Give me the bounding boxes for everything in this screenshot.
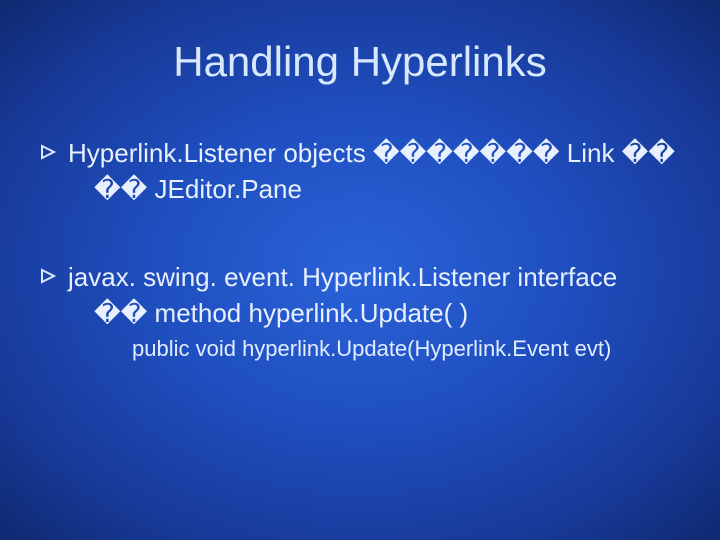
bullet-subpoint: public void hyperlink.Update(Hyperlink.E… <box>40 334 680 365</box>
bullet-arrow-icon <box>40 260 66 284</box>
bullet-text: Hyperlink.Listener objects ������� Link … <box>68 136 680 172</box>
bullet-row: Hyperlink.Listener objects ������� Link … <box>40 136 680 172</box>
bullet-arrow-icon <box>40 136 66 160</box>
bullet-continuation: �� JEditor.Pane <box>40 172 680 208</box>
slide-title: Handling Hyperlinks <box>40 38 680 86</box>
bullet-row: javax. swing. event. Hyperlink.Listener … <box>40 260 680 296</box>
bullet-item: Hyperlink.Listener objects ������� Link … <box>40 136 680 208</box>
slide: Handling Hyperlinks Hyperlink.Listener o… <box>0 0 720 540</box>
bullet-text: javax. swing. event. Hyperlink.Listener … <box>68 260 680 296</box>
bullet-continuation: �� method hyperlink.Update( ) <box>40 296 680 332</box>
bullet-item: javax. swing. event. Hyperlink.Listener … <box>40 260 680 365</box>
